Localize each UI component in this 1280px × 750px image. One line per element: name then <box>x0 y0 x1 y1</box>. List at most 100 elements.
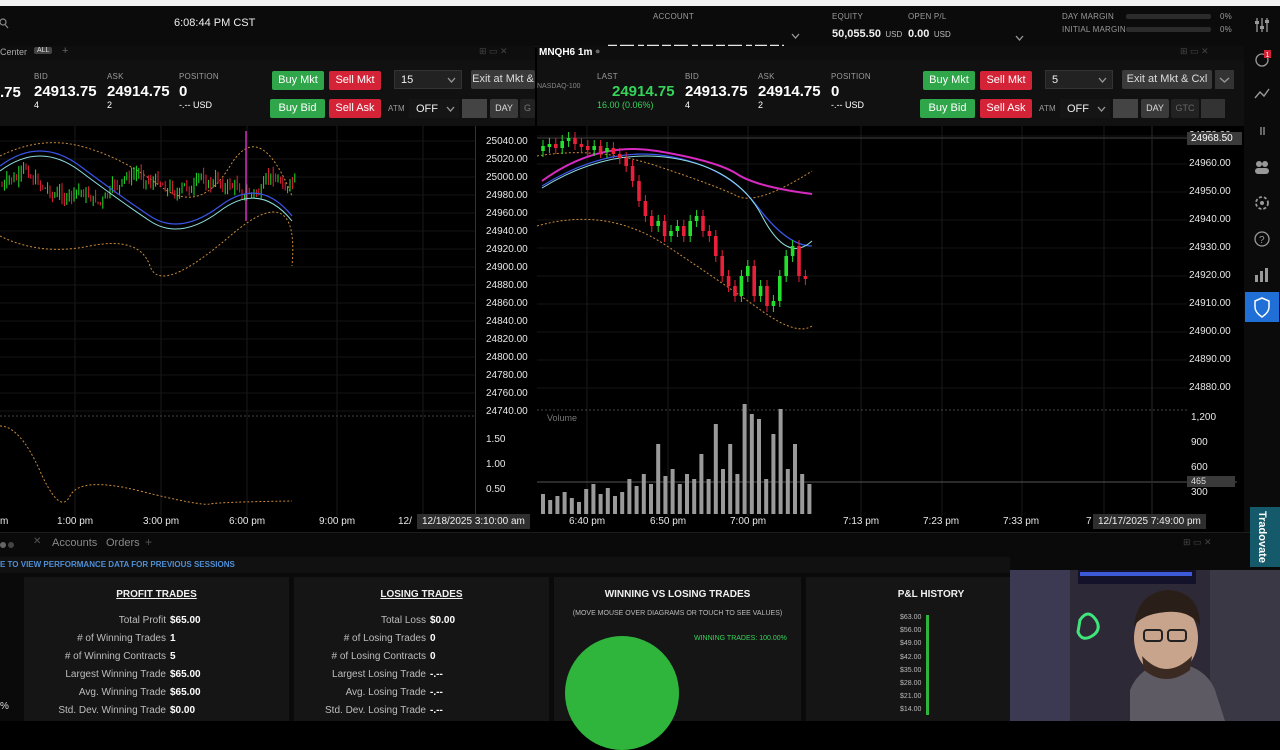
right-gtc-button[interactable]: GTC <box>1171 99 1199 118</box>
left-atm-value: OFF <box>416 103 438 115</box>
tradovate-side-tab[interactable]: Tradovate <box>1250 507 1280 567</box>
left-buy-mkt-button[interactable]: Buy Mkt <box>272 71 324 90</box>
right-exit-chevron-down-icon[interactable] <box>1215 70 1234 89</box>
candle <box>560 141 564 148</box>
equity-chevron-down-icon[interactable] <box>1015 28 1024 46</box>
right-day-button[interactable]: DAY <box>1141 99 1169 118</box>
right-chart[interactable]: 24970.0024960.0024950.0024940.0024930.00… <box>536 126 1244 532</box>
left-sell-ask-button[interactable]: Sell Ask <box>329 99 381 118</box>
pl-history-bar[interactable] <box>926 615 929 715</box>
volume-bar <box>785 469 790 514</box>
add-tab-icon[interactable]: + <box>145 535 152 549</box>
candle <box>611 148 616 154</box>
candle <box>726 276 731 286</box>
volume-bar <box>605 488 610 514</box>
right-last-change: 16.00 (0.06%) <box>597 100 654 110</box>
left-tab-label[interactable]: Center <box>0 47 27 57</box>
equity-value: 50,055.50 <box>832 28 881 40</box>
help-icon[interactable]: ? <box>1253 230 1271 248</box>
right-buy-mkt-button[interactable]: Buy Mkt <box>923 71 975 90</box>
left-osc-tick: 0.50 <box>486 484 506 495</box>
account-value-redacted[interactable] <box>608 36 784 48</box>
volume-bar <box>677 484 682 514</box>
users-icon[interactable] <box>1253 158 1271 176</box>
losing-row-label: Std. Dev. Losing Trade <box>325 705 426 716</box>
right-settings-gear-icon[interactable] <box>1113 99 1138 118</box>
oscillator-line <box>0 425 293 505</box>
notice-text[interactable]: E TO VIEW PERFORMANCE DATA FOR PREVIOUS … <box>0 560 235 569</box>
right-price-tick: 24950.00 <box>1189 186 1231 197</box>
right-chart-canvas[interactable] <box>536 126 1244 532</box>
left-time-tick: 12/ <box>398 516 412 527</box>
settings-icon[interactable] <box>1253 194 1271 212</box>
candle <box>669 231 673 236</box>
right-qty-select[interactable]: 5 <box>1045 70 1113 89</box>
candle <box>554 144 558 148</box>
right-exit-cxl-button[interactable]: Exit at Mkt & Cxl <box>1122 70 1212 89</box>
candle <box>675 226 680 231</box>
volume-bar <box>757 419 761 514</box>
chart-bars-icon[interactable] <box>1253 266 1271 284</box>
volume-bar <box>627 479 632 514</box>
left-settings-gear-icon[interactable] <box>462 99 487 118</box>
search-icon[interactable] <box>0 16 10 29</box>
left-chart[interactable]: 25040.00 25020.00 25000.00 24980.00 24960.00… <box>0 126 537 532</box>
right-qty-value: 5 <box>1052 74 1059 86</box>
trade-icon[interactable] <box>1253 86 1271 104</box>
left-tab-badge[interactable]: ALL <box>34 47 53 54</box>
right-volume-tick: 600 <box>1191 462 1208 473</box>
pl-history-tick: $63.00 <box>900 614 922 621</box>
menu-icon[interactable] <box>1253 122 1271 140</box>
left-chart-canvas[interactable] <box>0 126 537 532</box>
win-vs-loss-pie[interactable] <box>565 636 679 750</box>
left-atm-select[interactable]: OFF <box>409 99 459 118</box>
left-gtc-button[interactable]: G <box>520 99 535 118</box>
right-price-marker: 24968.50 <box>1187 132 1242 145</box>
right-order-settings-gear-icon[interactable] <box>1201 99 1225 118</box>
notifications-icon[interactable]: 1 <box>1253 50 1271 68</box>
day-margin-value: 0% <box>1220 12 1232 21</box>
candle <box>586 146 590 150</box>
bottom-toggle-icon[interactable] <box>0 537 20 555</box>
bottom-close-icon[interactable]: ✕ <box>33 536 41 547</box>
right-sell-ask-button[interactable]: Sell Ask <box>980 99 1032 118</box>
tab-orders[interactable]: Orders <box>106 537 140 549</box>
account-chevron-down-icon[interactable] <box>791 26 800 44</box>
tab-accounts[interactable]: Accounts <box>52 537 97 549</box>
profit-row-label: Avg. Winning Trade <box>78 687 166 698</box>
shield-icon[interactable] <box>1245 292 1279 322</box>
volume-bar <box>692 479 697 514</box>
left-sell-mkt-button[interactable]: Sell Mkt <box>329 71 381 90</box>
sliders-icon[interactable] <box>1253 16 1271 34</box>
right-ask-price: 24914.75 <box>758 83 821 100</box>
clock: 6:08:44 PM CST <box>174 17 256 29</box>
profit-row-value: $0.00 <box>170 705 196 716</box>
left-time-tick: 1:00 pm <box>57 516 94 527</box>
bottom-window-icons[interactable]: ⊞ ▭ ✕ <box>1183 537 1212 548</box>
left-price-tick: 24780.00 <box>486 370 528 381</box>
losing-row-value: -.-- <box>430 669 443 680</box>
right-volume-axis: 1,200 900 600 300 <box>1191 408 1243 508</box>
right-buy-bid-button[interactable]: Buy Bid <box>920 99 975 118</box>
right-time-tick: 6:40 pm <box>569 516 606 527</box>
right-price-tick: 24900.00 <box>1189 326 1231 337</box>
candle <box>598 146 603 152</box>
candle <box>618 154 622 158</box>
volume-bar <box>591 484 596 514</box>
left-panel-window-icons[interactable]: ⊞ ▭ ✕ <box>479 46 508 57</box>
right-time-tick: 7 <box>1086 516 1092 527</box>
right-sell-mkt-button[interactable]: Sell Mkt <box>980 71 1032 90</box>
add-tab-icon[interactable]: + <box>62 45 68 57</box>
left-buy-bid-button[interactable]: Buy Bid <box>270 99 325 118</box>
profit-row-label: Std. Dev. Winning Trade <box>58 705 166 716</box>
right-time-tick: 7:13 pm <box>843 516 880 527</box>
ma-line <box>0 155 293 230</box>
left-qty-select[interactable]: 15 <box>394 70 462 89</box>
right-symbol[interactable]: MNQH6 1m <box>539 47 592 58</box>
left-day-button[interactable]: DAY <box>490 99 518 118</box>
pl-history-tick: $28.00 <box>900 680 922 687</box>
right-atm-select[interactable]: OFF <box>1060 99 1110 118</box>
right-panel-window-icons[interactable]: ⊞ ▭ ✕ <box>1180 46 1209 57</box>
left-exit-button[interactable]: Exit at Mkt & <box>471 70 535 89</box>
left-position-label: POSITION <box>179 72 219 81</box>
